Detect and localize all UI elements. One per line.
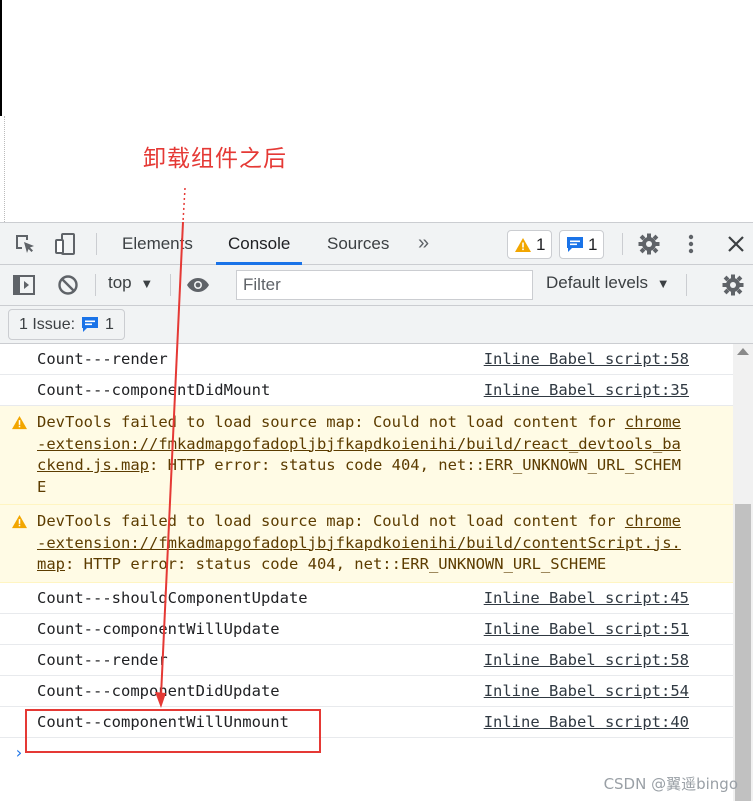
scrollbar-thumb[interactable] — [735, 504, 751, 801]
tab-elements[interactable]: Elements — [122, 223, 193, 265]
console-log-row: Count---shouldComponentUpdate Inline Bab… — [0, 583, 733, 614]
highlight-box — [25, 709, 321, 753]
devtools-tabbar: Elements Console Sources » 1 1 — [0, 223, 753, 265]
message-icon — [82, 317, 99, 332]
log-levels-value: Default levels — [546, 273, 649, 292]
filter-input[interactable] — [236, 270, 533, 300]
dropdown-arrow-icon: ▼ — [140, 276, 154, 291]
source-link[interactable]: Inline Babel script:40 — [484, 707, 689, 738]
warning-text: : HTTP error: status code 404, net::ERR_… — [65, 555, 607, 573]
warning-icon — [12, 415, 27, 430]
source-link[interactable]: Inline Babel script:51 — [484, 614, 689, 645]
log-message: Count--componentWillUpdate — [37, 619, 280, 638]
warning-text: DevTools failed to load source map: Coul… — [37, 413, 625, 431]
live-expression-eye-icon[interactable] — [186, 273, 210, 297]
log-message: Count---componentDidUpdate — [37, 681, 280, 700]
warning-icon — [515, 237, 531, 252]
tabbar-separator — [96, 233, 97, 255]
warnings-badge[interactable]: 1 — [507, 230, 553, 259]
warnings-count: 1 — [536, 234, 546, 254]
more-options-icon[interactable] — [679, 232, 703, 256]
page-dotted-border — [4, 116, 5, 222]
page-preview-area: 卸载组件之后 — [0, 0, 753, 222]
more-tabs-button[interactable]: » — [418, 232, 429, 255]
message-icon — [567, 237, 583, 252]
source-link[interactable]: Inline Babel script:58 — [484, 645, 689, 676]
sidebar-toggle-icon[interactable] — [12, 273, 36, 297]
messages-count: 1 — [588, 234, 598, 254]
warning-icon — [12, 514, 27, 529]
console-log-row: Count---render Inline Babel script:58 — [0, 344, 733, 375]
log-message: Count---render — [37, 350, 168, 368]
console-toolbar: top ▼ Default levels ▼ — [0, 265, 753, 306]
warning-text: DevTools failed to load source map: Coul… — [37, 512, 625, 530]
source-link[interactable]: Inline Babel script:45 — [484, 583, 689, 614]
console-log-row: Count--componentWillUpdate Inline Babel … — [0, 614, 733, 645]
device-toolbar-icon[interactable] — [53, 232, 77, 256]
console-scrollbar[interactable] — [733, 344, 753, 801]
tabbar-separator-2 — [622, 233, 623, 255]
source-link[interactable]: Inline Babel script:35 — [484, 375, 689, 406]
log-message: Count---componentDidMount — [37, 381, 271, 399]
settings-gear-icon[interactable] — [637, 232, 661, 256]
messages-badge[interactable]: 1 — [559, 230, 605, 259]
console-log-row: Count---componentDidUpdate Inline Babel … — [0, 676, 733, 707]
context-selector[interactable]: top ▼ — [108, 273, 153, 293]
clear-console-icon[interactable] — [56, 273, 80, 297]
warning-message: DevTools failed to load source map: Coul… — [37, 413, 681, 496]
annotation-text: 卸载组件之后 — [143, 146, 287, 172]
log-message: Count---render — [37, 650, 168, 669]
scroll-up-arrow-icon[interactable] — [737, 348, 749, 355]
prompt-chevron-icon: › — [14, 742, 24, 762]
warning-message: DevTools failed to load source map: Coul… — [37, 512, 681, 573]
log-levels-dropdown[interactable]: Default levels ▼ — [546, 273, 670, 293]
source-link[interactable]: Inline Babel script:54 — [484, 676, 689, 707]
toolbar-separator-2 — [170, 274, 171, 296]
issues-label: 1 Issue: — [19, 315, 76, 333]
log-message: Count---shouldComponentUpdate — [37, 588, 308, 607]
inspect-element-icon[interactable] — [13, 232, 37, 256]
tab-sources[interactable]: Sources — [327, 223, 389, 265]
dropdown-arrow-icon: ▼ — [656, 276, 670, 291]
context-value: top — [108, 273, 132, 292]
close-icon[interactable] — [724, 232, 748, 256]
console-warning-row: DevTools failed to load source map: Coul… — [0, 505, 733, 583]
console-log-row: Count---render Inline Babel script:58 — [0, 645, 733, 676]
toolbar-separator-3 — [686, 274, 687, 296]
issues-bar: 1 Issue: 1 — [0, 306, 753, 344]
page-left-border — [0, 0, 2, 116]
issues-button[interactable]: 1 Issue: 1 — [8, 309, 125, 340]
watermark: CSDN @翼遥bingo — [603, 775, 738, 793]
toolbar-separator — [95, 274, 96, 296]
issues-count: 1 — [105, 315, 114, 333]
source-link[interactable]: Inline Babel script:58 — [484, 344, 689, 375]
console-log-row: Count---componentDidMount Inline Babel s… — [0, 375, 733, 406]
console-settings-gear-icon[interactable] — [721, 273, 745, 297]
console-warning-row: DevTools failed to load source map: Coul… — [0, 406, 733, 505]
tab-console[interactable]: Console — [216, 223, 303, 265]
